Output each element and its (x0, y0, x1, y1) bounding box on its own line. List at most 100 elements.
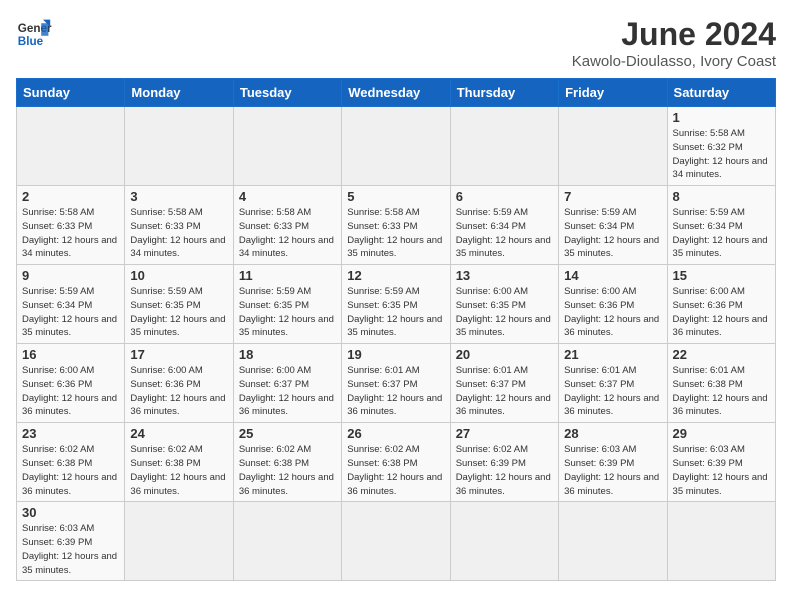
calendar-cell (125, 502, 233, 581)
day-number: 11 (239, 268, 336, 283)
calendar-cell (125, 107, 233, 186)
weekday-header-wednesday: Wednesday (342, 79, 450, 107)
calendar-cell (559, 502, 667, 581)
calendar-cell (450, 107, 558, 186)
day-number: 16 (22, 347, 119, 362)
day-number: 13 (456, 268, 553, 283)
day-info: Sunrise: 5:58 AM Sunset: 6:32 PM Dayligh… (673, 127, 770, 182)
day-info: Sunrise: 6:02 AM Sunset: 6:38 PM Dayligh… (347, 443, 444, 498)
day-info: Sunrise: 6:02 AM Sunset: 6:39 PM Dayligh… (456, 443, 553, 498)
day-info: Sunrise: 6:00 AM Sunset: 6:37 PM Dayligh… (239, 364, 336, 419)
calendar-cell: 24Sunrise: 6:02 AM Sunset: 6:38 PM Dayli… (125, 423, 233, 502)
weekday-header-sunday: Sunday (17, 79, 125, 107)
calendar-cell (342, 502, 450, 581)
calendar-week-5: 23 Sunrise: 6:02 AM Sunset: 6:38 PM Dayli… (17, 423, 776, 502)
calendar-week-2: 2Sunrise: 5:58 AM Sunset: 6:33 PM Daylig… (17, 186, 776, 265)
calendar-cell: 21 Sunrise: 6:01 AM Sunset: 6:37 PM Dayli… (559, 344, 667, 423)
day-number: 28 (564, 426, 661, 441)
day-info: Sunrise: 5:59 AM Sunset: 6:35 PM Dayligh… (130, 285, 227, 340)
day-number: 15 (673, 268, 770, 283)
day-info: Sunrise: 6:03 AM Sunset: 6:39 PM Dayligh… (673, 443, 770, 498)
day-info: Sunrise: 5:59 AM Sunset: 6:34 PM Dayligh… (564, 206, 661, 261)
calendar-cell (667, 502, 775, 581)
calendar-cell: 2Sunrise: 5:58 AM Sunset: 6:33 PM Daylig… (17, 186, 125, 265)
day-number: 8 (673, 189, 770, 204)
calendar-cell (233, 502, 341, 581)
calendar-cell: 5Sunrise: 5:58 AM Sunset: 6:33 PM Daylig… (342, 186, 450, 265)
weekday-header-tuesday: Tuesday (233, 79, 341, 107)
day-number: 19 (347, 347, 444, 362)
day-info: Sunrise: 6:00 AM Sunset: 6:36 PM Dayligh… (564, 285, 661, 340)
calendar-cell: 4 Sunrise: 5:58 AM Sunset: 6:33 PM Daylig… (233, 186, 341, 265)
calendar-cell: 9Sunrise: 5:59 AM Sunset: 6:34 PM Daylig… (17, 265, 125, 344)
calendar-cell: 8 Sunrise: 5:59 AM Sunset: 6:34 PM Daylig… (667, 186, 775, 265)
calendar-cell (17, 107, 125, 186)
day-info: Sunrise: 6:00 AM Sunset: 6:36 PM Dayligh… (673, 285, 770, 340)
day-info: Sunrise: 5:58 AM Sunset: 6:33 PM Dayligh… (130, 206, 227, 261)
calendar-cell: 19 Sunrise: 6:01 AM Sunset: 6:37 PM Dayli… (342, 344, 450, 423)
calendar-cell: 27 Sunrise: 6:02 AM Sunset: 6:39 PM Dayli… (450, 423, 558, 502)
calendar-week-3: 9Sunrise: 5:59 AM Sunset: 6:34 PM Daylig… (17, 265, 776, 344)
calendar-cell: 14 Sunrise: 6:00 AM Sunset: 6:36 PM Dayli… (559, 265, 667, 344)
title-area: June 2024 Kawolo-Dioulasso, Ivory Coast (572, 16, 776, 70)
calendar-cell: 12Sunrise: 5:59 AM Sunset: 6:35 PM Dayli… (342, 265, 450, 344)
day-info: Sunrise: 6:03 AM Sunset: 6:39 PM Dayligh… (22, 522, 119, 577)
calendar-cell: 26Sunrise: 6:02 AM Sunset: 6:38 PM Dayli… (342, 423, 450, 502)
day-info: Sunrise: 5:58 AM Sunset: 6:33 PM Dayligh… (239, 206, 336, 261)
calendar-table: SundayMondayTuesdayWednesdayThursdayFrid… (16, 78, 776, 581)
svg-text:Blue: Blue (18, 35, 44, 48)
day-number: 14 (564, 268, 661, 283)
day-number: 22 (673, 347, 770, 362)
day-info: Sunrise: 6:02 AM Sunset: 6:38 PM Dayligh… (239, 443, 336, 498)
calendar-cell: 3 Sunrise: 5:58 AM Sunset: 6:33 PM Daylig… (125, 186, 233, 265)
calendar-cell: 6 Sunrise: 5:59 AM Sunset: 6:34 PM Daylig… (450, 186, 558, 265)
day-number: 24 (130, 426, 227, 441)
calendar-week-6: 30 Sunrise: 6:03 AM Sunset: 6:39 PM Dayli… (17, 502, 776, 581)
day-number: 5 (347, 189, 444, 204)
day-number: 4 (239, 189, 336, 204)
day-number: 7 (564, 189, 661, 204)
day-number: 1 (673, 110, 770, 125)
day-number: 21 (564, 347, 661, 362)
calendar-cell (342, 107, 450, 186)
calendar-cell: 16Sunrise: 6:00 AM Sunset: 6:36 PM Dayli… (17, 344, 125, 423)
day-number: 17 (130, 347, 227, 362)
day-number: 20 (456, 347, 553, 362)
calendar-cell: 20 Sunrise: 6:01 AM Sunset: 6:37 PM Dayli… (450, 344, 558, 423)
calendar-cell: 23Sunrise: 6:02 AM Sunset: 6:38 PM Dayli… (17, 423, 125, 502)
calendar-week-4: 16Sunrise: 6:00 AM Sunset: 6:36 PM Dayli… (17, 344, 776, 423)
logo: General Blue (16, 16, 52, 52)
day-info: Sunrise: 5:59 AM Sunset: 6:34 PM Dayligh… (456, 206, 553, 261)
day-info: Sunrise: 6:01 AM Sunset: 6:37 PM Dayligh… (564, 364, 661, 419)
day-info: Sunrise: 6:01 AM Sunset: 6:38 PM Dayligh… (673, 364, 770, 419)
calendar-cell: 11Sunrise: 5:59 AM Sunset: 6:35 PM Dayli… (233, 265, 341, 344)
day-number: 29 (673, 426, 770, 441)
day-number: 27 (456, 426, 553, 441)
day-number: 30 (22, 505, 119, 520)
weekday-header-monday: Monday (125, 79, 233, 107)
day-info: Sunrise: 5:58 AM Sunset: 6:33 PM Dayligh… (22, 206, 119, 261)
calendar-cell (450, 502, 558, 581)
day-info: Sunrise: 6:01 AM Sunset: 6:37 PM Dayligh… (347, 364, 444, 419)
calendar-week-1: 1 Sunrise: 5:58 AM Sunset: 6:32 PM Daylig… (17, 107, 776, 186)
calendar-cell: 28 Sunrise: 6:03 AM Sunset: 6:39 PM Dayli… (559, 423, 667, 502)
month-title: June 2024 (572, 16, 776, 53)
day-number: 6 (456, 189, 553, 204)
calendar-cell: 7 Sunrise: 5:59 AM Sunset: 6:34 PM Daylig… (559, 186, 667, 265)
weekday-header-row: SundayMondayTuesdayWednesdayThursdayFrid… (17, 79, 776, 107)
weekday-header-saturday: Saturday (667, 79, 775, 107)
calendar-cell: 25 Sunrise: 6:02 AM Sunset: 6:38 PM Dayli… (233, 423, 341, 502)
day-info: Sunrise: 6:01 AM Sunset: 6:37 PM Dayligh… (456, 364, 553, 419)
calendar-cell: 22 Sunrise: 6:01 AM Sunset: 6:38 PM Dayli… (667, 344, 775, 423)
weekday-header-thursday: Thursday (450, 79, 558, 107)
calendar-cell (233, 107, 341, 186)
calendar-cell: 18Sunrise: 6:00 AM Sunset: 6:37 PM Dayli… (233, 344, 341, 423)
day-info: Sunrise: 6:03 AM Sunset: 6:39 PM Dayligh… (564, 443, 661, 498)
day-number: 25 (239, 426, 336, 441)
day-info: Sunrise: 6:00 AM Sunset: 6:35 PM Dayligh… (456, 285, 553, 340)
calendar-cell: 1 Sunrise: 5:58 AM Sunset: 6:32 PM Daylig… (667, 107, 775, 186)
day-number: 23 (22, 426, 119, 441)
logo-icon: General Blue (16, 16, 52, 52)
day-number: 3 (130, 189, 227, 204)
day-info: Sunrise: 5:59 AM Sunset: 6:34 PM Dayligh… (673, 206, 770, 261)
